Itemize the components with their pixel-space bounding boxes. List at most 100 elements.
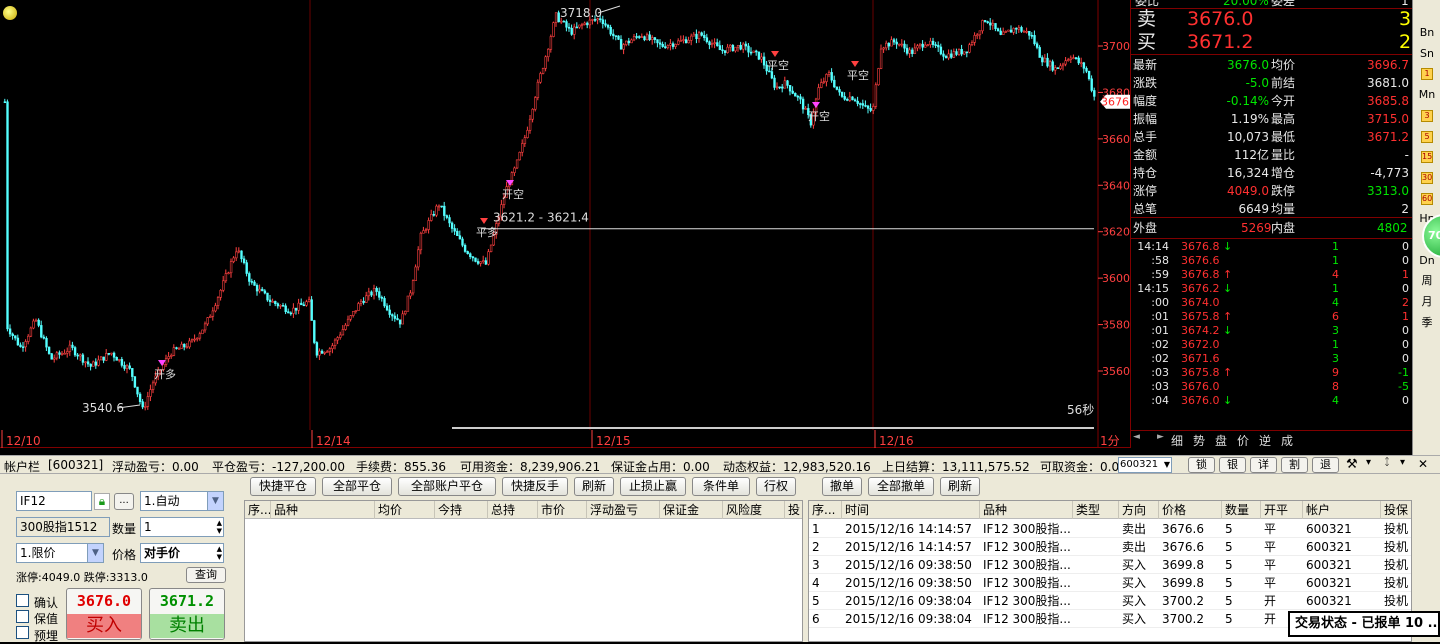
stat-label: 最新 xyxy=(1133,58,1158,72)
price-type-select[interactable]: 1.限价 ▼ xyxy=(16,543,104,563)
tick-row[interactable]: :00 3674.0 4 2 xyxy=(1131,296,1413,310)
buy-button[interactable]: 3676.0 买入 xyxy=(66,588,142,640)
quote-tab[interactable]: 势 xyxy=(1193,432,1205,449)
account-tool-button[interactable]: 银 xyxy=(1219,457,1246,473)
position-action-button[interactable]: 条件单 xyxy=(692,477,750,496)
pin-icon[interactable]: ᛨ xyxy=(1384,457,1390,468)
contract-code-input[interactable]: IF12 xyxy=(16,491,92,511)
table-row[interactable]: 4 2015/12/16 09:38:50 IF12 300股指... 买入 3699.… xyxy=(809,574,1411,592)
account-tool-button[interactable]: 详 xyxy=(1250,457,1277,473)
table-cell: 3676.6 xyxy=(1162,540,1204,554)
account-tool-button[interactable]: 割 xyxy=(1281,457,1308,473)
tools-icon[interactable]: ⚒ xyxy=(1346,457,1358,472)
more-button[interactable]: ... xyxy=(114,493,134,510)
order-action-button[interactable]: 撤单 xyxy=(822,477,862,496)
quote-tab[interactable]: 细 xyxy=(1171,432,1183,449)
quote-tabs[interactable]: ◄ ► 细势盘价逆成 xyxy=(1131,430,1413,448)
query-button[interactable]: 查询 xyxy=(186,567,226,583)
position-action-button[interactable]: 全部账户平仓 xyxy=(398,477,496,496)
account-tool-button[interactable]: 锁 xyxy=(1188,457,1215,473)
table-row[interactable]: 3 2015/12/16 09:38:50 IF12 300股指... 买入 3699.… xyxy=(809,556,1411,574)
quote-tab[interactable]: 盘 xyxy=(1215,432,1227,449)
position-action-button[interactable]: 止损止赢 xyxy=(620,477,686,496)
tick-row[interactable]: 14:14 3676.8 ↓ 1 0 xyxy=(1131,240,1413,254)
close-icon[interactable]: ✕ xyxy=(1418,457,1428,471)
price-input[interactable]: 对手价 ▲ ▼ xyxy=(140,543,224,563)
position-action-button[interactable]: 行权 xyxy=(756,477,796,496)
tick-row[interactable]: :02 3672.0 1 0 xyxy=(1131,338,1413,352)
tick-row[interactable]: :01 3675.8 ↑ 6 1 xyxy=(1131,310,1413,324)
preset-checkbox[interactable] xyxy=(16,626,29,639)
table-row[interactable]: 1 2015/12/16 14:14:57 IF12 300股指... 卖出 3676.… xyxy=(809,520,1411,538)
period-Sn[interactable]: Sn xyxy=(1416,45,1438,63)
period-周[interactable]: 周 xyxy=(1416,272,1438,290)
period-1[interactable]: 1 xyxy=(1416,65,1438,83)
table-cell: 开 xyxy=(1264,594,1277,608)
column-header: 投保 xyxy=(1381,501,1411,519)
candle-body xyxy=(976,34,979,37)
tick-row[interactable]: 14:15 3676.2 ↓ 1 0 xyxy=(1131,282,1413,296)
tick-row[interactable]: :03 3675.8 ↑ 9 -1 xyxy=(1131,366,1413,380)
trade-marker-label: 平空 xyxy=(847,68,869,82)
position-action-button[interactable]: 刷新 xyxy=(574,477,614,496)
period-30[interactable]: 30 xyxy=(1416,169,1438,187)
period-5[interactable]: 5 xyxy=(1416,128,1438,146)
position-action-button[interactable]: 快捷平仓 xyxy=(250,477,316,496)
trade-status-popup[interactable]: 交易状态 - 已报单 10 ... xyxy=(1288,611,1440,637)
price-type-value: 1.限价 xyxy=(20,546,56,560)
lock-icon[interactable]: 🔒︎ xyxy=(94,493,110,510)
candle-body xyxy=(448,217,451,224)
order-action-button[interactable]: 刷新 xyxy=(940,477,980,496)
tick-row[interactable]: :04 3676.0 ↓ 4 0 xyxy=(1131,394,1413,408)
candle-body xyxy=(757,51,761,60)
period-Mn[interactable]: Mn xyxy=(1416,86,1438,104)
tick-row[interactable]: :02 3671.6 3 0 xyxy=(1131,352,1413,366)
stepper-icon[interactable]: ▲ ▼ xyxy=(217,519,222,535)
dynamic-equity: 动态权益：12,983,520.16 xyxy=(723,460,871,474)
account-select[interactable]: 600321 ▼ xyxy=(1118,457,1172,473)
column-header: 价格 xyxy=(1159,501,1222,519)
account-tool-button[interactable]: 退 xyxy=(1312,457,1339,473)
buy-quote-row[interactable]: 买 3671.2 2 xyxy=(1131,30,1413,54)
positions-table[interactable]: 序... 品种 均价 今持 总持 市价 浮动盈亏 保证金 风险度投 xyxy=(244,500,803,642)
stepper-icon[interactable]: ▲ ▼ xyxy=(217,545,222,561)
menu-down-icon[interactable]: ▾ xyxy=(1366,457,1371,468)
tick-row[interactable]: :03 3676.0 8 -5 xyxy=(1131,380,1413,394)
sell-button[interactable]: 3671.2 卖出 xyxy=(149,588,225,640)
tick-oi: 0 xyxy=(1402,240,1409,253)
table-row[interactable]: 5 2015/12/16 09:38:04 IF12 300股指... 买入 3700.… xyxy=(809,592,1411,610)
table-cell: IF12 300股指... xyxy=(983,522,1071,536)
candle-body xyxy=(1080,62,1083,65)
quote-tab[interactable]: 逆 xyxy=(1259,432,1271,449)
tick-row[interactable]: :58 3676.6 1 0 xyxy=(1131,254,1413,268)
column-header: 浮动盈亏 xyxy=(587,501,660,519)
position-action-button[interactable]: 快捷反手 xyxy=(502,477,568,496)
period-60[interactable]: 60 xyxy=(1416,190,1438,208)
period-15[interactable]: 15 xyxy=(1416,148,1438,166)
sell-quote-row[interactable]: 卖 3676.0 3 xyxy=(1131,7,1413,31)
kline-chart[interactable]: 3700 3680 3660 3640 3620 3600 3580 3560 12/10 12/… xyxy=(0,0,1130,448)
hedge-checkbox[interactable] xyxy=(16,610,29,623)
minimize-icon[interactable]: ▾ xyxy=(1400,457,1405,468)
qty-stepper[interactable]: 1 ▲ ▼ xyxy=(140,517,224,537)
period-Bn[interactable]: Bn xyxy=(1416,24,1438,42)
float-ball-label: 70 xyxy=(1428,229,1440,242)
candle-body xyxy=(799,96,802,100)
candle-body xyxy=(55,352,59,359)
period-3[interactable]: 3 xyxy=(1416,107,1438,125)
mode-select[interactable]: 1.自动 ▼ xyxy=(140,491,224,511)
quote-tab[interactable]: 价 xyxy=(1237,432,1249,449)
order-action-button[interactable]: 全部撤单 xyxy=(868,477,934,496)
period-月[interactable]: 月 xyxy=(1416,293,1438,311)
scroll-left-icon[interactable]: ◄ xyxy=(1133,432,1140,442)
tick-row[interactable]: :01 3674.2 ↓ 3 0 xyxy=(1131,324,1413,338)
quote-tab[interactable]: 成 xyxy=(1281,432,1293,449)
kline-svg[interactable]: 3700368036603640362036003580356012/10 12/… xyxy=(0,0,1130,448)
confirm-checkbox[interactable] xyxy=(16,594,29,607)
high-label: 3718.0 xyxy=(560,6,602,20)
position-action-button[interactable]: 全部平仓 xyxy=(322,477,392,496)
scroll-right-icon[interactable]: ► xyxy=(1157,432,1164,442)
table-row[interactable]: 2 2015/12/16 14:14:57 IF12 300股指... 卖出 3676.… xyxy=(809,538,1411,556)
period-季[interactable]: 季 xyxy=(1416,314,1438,332)
tick-row[interactable]: :59 3676.8 ↑ 4 1 xyxy=(1131,268,1413,282)
